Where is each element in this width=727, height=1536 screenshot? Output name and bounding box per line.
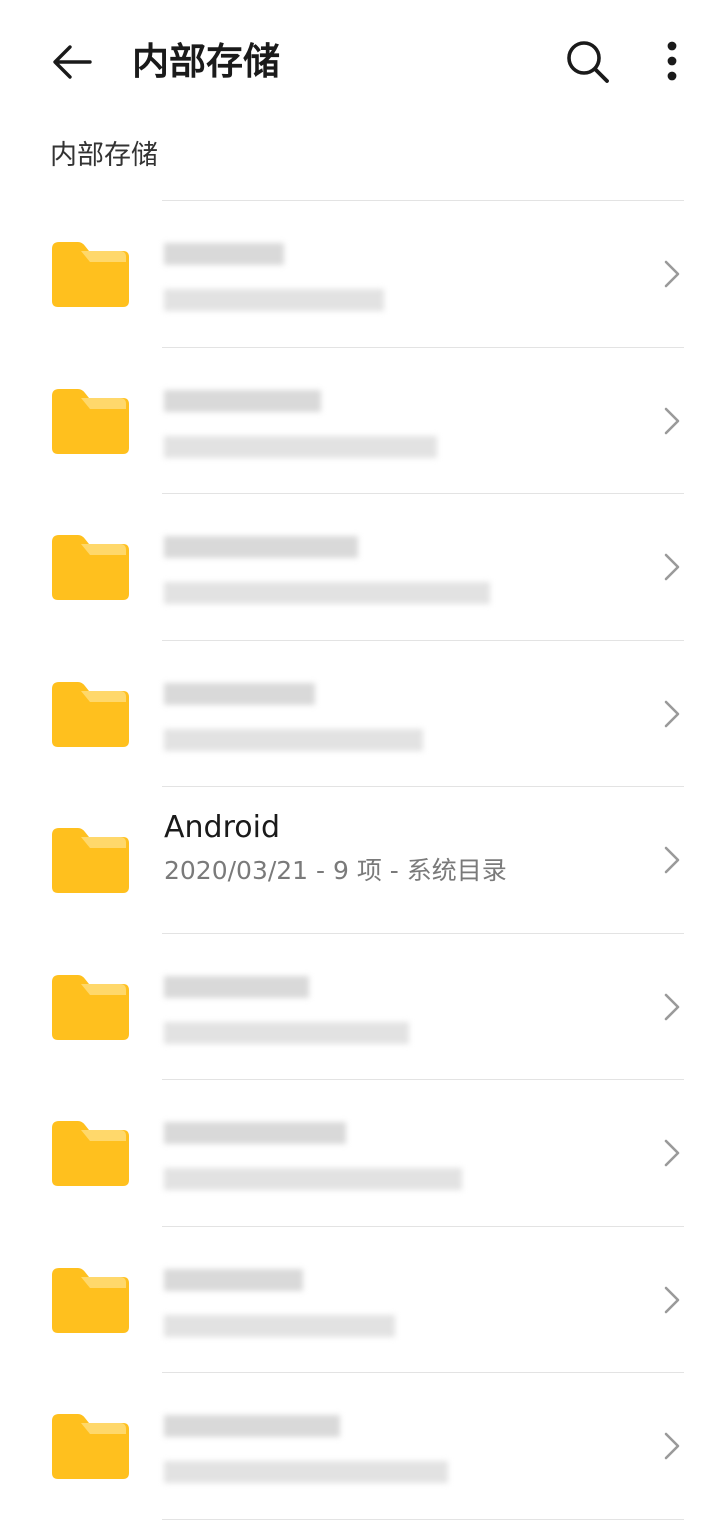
folder-icon: [48, 825, 132, 895]
folder-meta: [164, 1021, 409, 1044]
more-options-button[interactable]: [650, 36, 694, 88]
folder-meta: 2020/03/21 - 9 项 - 系统目录: [164, 856, 507, 885]
folder-meta: [164, 1314, 395, 1337]
folder-meta: [164, 289, 384, 311]
folder-row[interactable]: [0, 641, 727, 787]
folder-row[interactable]: [0, 1080, 727, 1227]
chevron-right-icon: [660, 549, 684, 585]
chevron-right-icon: [660, 1282, 684, 1318]
folder-name: [164, 1268, 303, 1291]
folder-row[interactable]: [0, 934, 727, 1080]
chevron-right-icon: [660, 842, 684, 878]
folder-name: [164, 1415, 340, 1437]
folder-meta: [164, 1461, 448, 1483]
divider: [162, 1518, 684, 1520]
chevron-right-icon: [660, 256, 684, 292]
breadcrumb[interactable]: 内部存储: [50, 136, 158, 176]
chevron-right-icon: [660, 403, 684, 439]
folder-name: [164, 682, 315, 705]
folder-icon: [48, 239, 132, 309]
folder-icon: [48, 679, 132, 749]
folder-name: [164, 536, 358, 558]
chevron-right-icon: [660, 1428, 684, 1464]
search-button[interactable]: [560, 36, 616, 88]
folder-icon: [48, 532, 132, 602]
folder-icon: [48, 386, 132, 456]
folder-name: Android: [164, 810, 280, 845]
folder-name: [164, 1122, 346, 1144]
folder-meta: [164, 582, 490, 604]
folder-row[interactable]: [0, 348, 727, 494]
top-app-bar: 内部存储: [0, 0, 727, 124]
folder-meta: [164, 728, 423, 751]
file-list: Android 2020/03/21 - 9 项 - 系统目录: [0, 201, 727, 1520]
folder-icon: [48, 1265, 132, 1335]
folder-name: [164, 243, 284, 265]
folder-meta: [164, 435, 437, 458]
chevron-right-icon: [660, 989, 684, 1025]
folder-row[interactable]: [0, 1227, 727, 1373]
folder-icon: [48, 1118, 132, 1188]
more-vertical-icon: [667, 41, 677, 81]
folder-icon: [48, 972, 132, 1042]
arrow-left-icon: [53, 45, 92, 79]
folder-row[interactable]: [0, 1373, 727, 1520]
folder-name: [164, 389, 321, 412]
search-icon: [567, 41, 609, 83]
folder-meta: [164, 1168, 462, 1190]
chevron-right-icon: [660, 696, 684, 732]
folder-row[interactable]: [0, 494, 727, 641]
folder-name: [164, 975, 309, 998]
page-title: 内部存储: [132, 40, 280, 83]
back-button[interactable]: [46, 38, 98, 86]
folder-row[interactable]: [0, 201, 727, 348]
folder-row[interactable]: Android 2020/03/21 - 9 项 - 系统目录: [0, 787, 727, 934]
folder-icon: [48, 1411, 132, 1481]
chevron-right-icon: [660, 1135, 684, 1171]
